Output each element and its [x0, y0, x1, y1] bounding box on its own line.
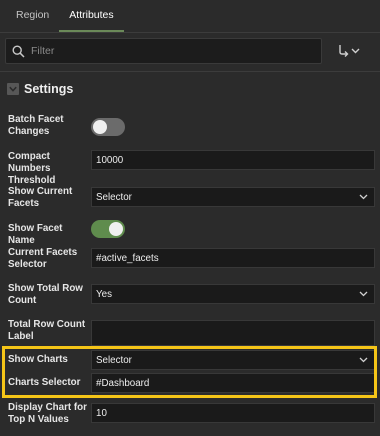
charts-selector-label: Charts Selector — [8, 377, 81, 388]
search-field[interactable] — [5, 38, 322, 64]
chevron-down-icon — [359, 357, 368, 363]
show-current-facets-label: Show Current Facets — [8, 186, 73, 209]
total-row-count-label-label: Total Row Count Label — [8, 319, 86, 342]
show-facet-name-label: Show Facet Name — [8, 223, 63, 246]
show-charts-value: Selector — [96, 354, 132, 366]
filter-bar — [0, 34, 380, 70]
goto-arrow-icon — [339, 45, 360, 57]
compact-numbers-threshold-input[interactable]: 10000 — [91, 150, 375, 170]
chevron-down-icon — [359, 194, 368, 200]
show-total-row-count-label: Show Total Row Count — [8, 283, 83, 306]
toggle-knob — [93, 120, 107, 134]
display-chart-top-n-input[interactable]: 10 — [91, 403, 375, 423]
show-charts-label: Show Charts — [8, 354, 68, 365]
chevron-down-icon — [359, 291, 368, 297]
display-chart-top-n-label: Display Chart for Top N Values — [8, 402, 87, 425]
show-current-facets-select[interactable]: Selector — [91, 187, 375, 207]
search-input[interactable] — [31, 45, 311, 57]
current-facets-selector-input[interactable]: #active_facets — [91, 248, 375, 268]
search-icon — [12, 44, 25, 58]
show-current-facets-value: Selector — [96, 191, 132, 203]
chevron-down-icon — [7, 83, 19, 95]
batch-facet-changes-label: Batch Facet Changes — [8, 114, 64, 137]
toggle-knob — [109, 222, 123, 236]
show-facet-name-toggle[interactable] — [91, 220, 125, 238]
tab-attributes[interactable]: Attributes — [59, 9, 124, 32]
total-row-count-label-input[interactable] — [91, 320, 375, 346]
batch-facet-changes-toggle[interactable] — [91, 118, 125, 136]
goto-menu-button[interactable] — [330, 38, 370, 64]
tab-region[interactable]: Region — [6, 9, 59, 32]
show-total-row-count-value: Yes — [96, 288, 112, 300]
show-total-row-count-select[interactable]: Yes — [91, 284, 375, 304]
show-charts-select[interactable]: Selector — [91, 350, 375, 370]
settings-section-title: Settings — [24, 82, 74, 96]
compact-numbers-threshold-label: Compact Numbers Threshold — [8, 151, 56, 186]
settings-section-header[interactable]: Settings — [7, 81, 73, 97]
tab-bar: Region Attributes — [0, 0, 380, 33]
current-facets-selector-label: Current Facets Selector — [8, 247, 78, 270]
charts-selector-input[interactable]: #Dashboard — [91, 373, 375, 393]
